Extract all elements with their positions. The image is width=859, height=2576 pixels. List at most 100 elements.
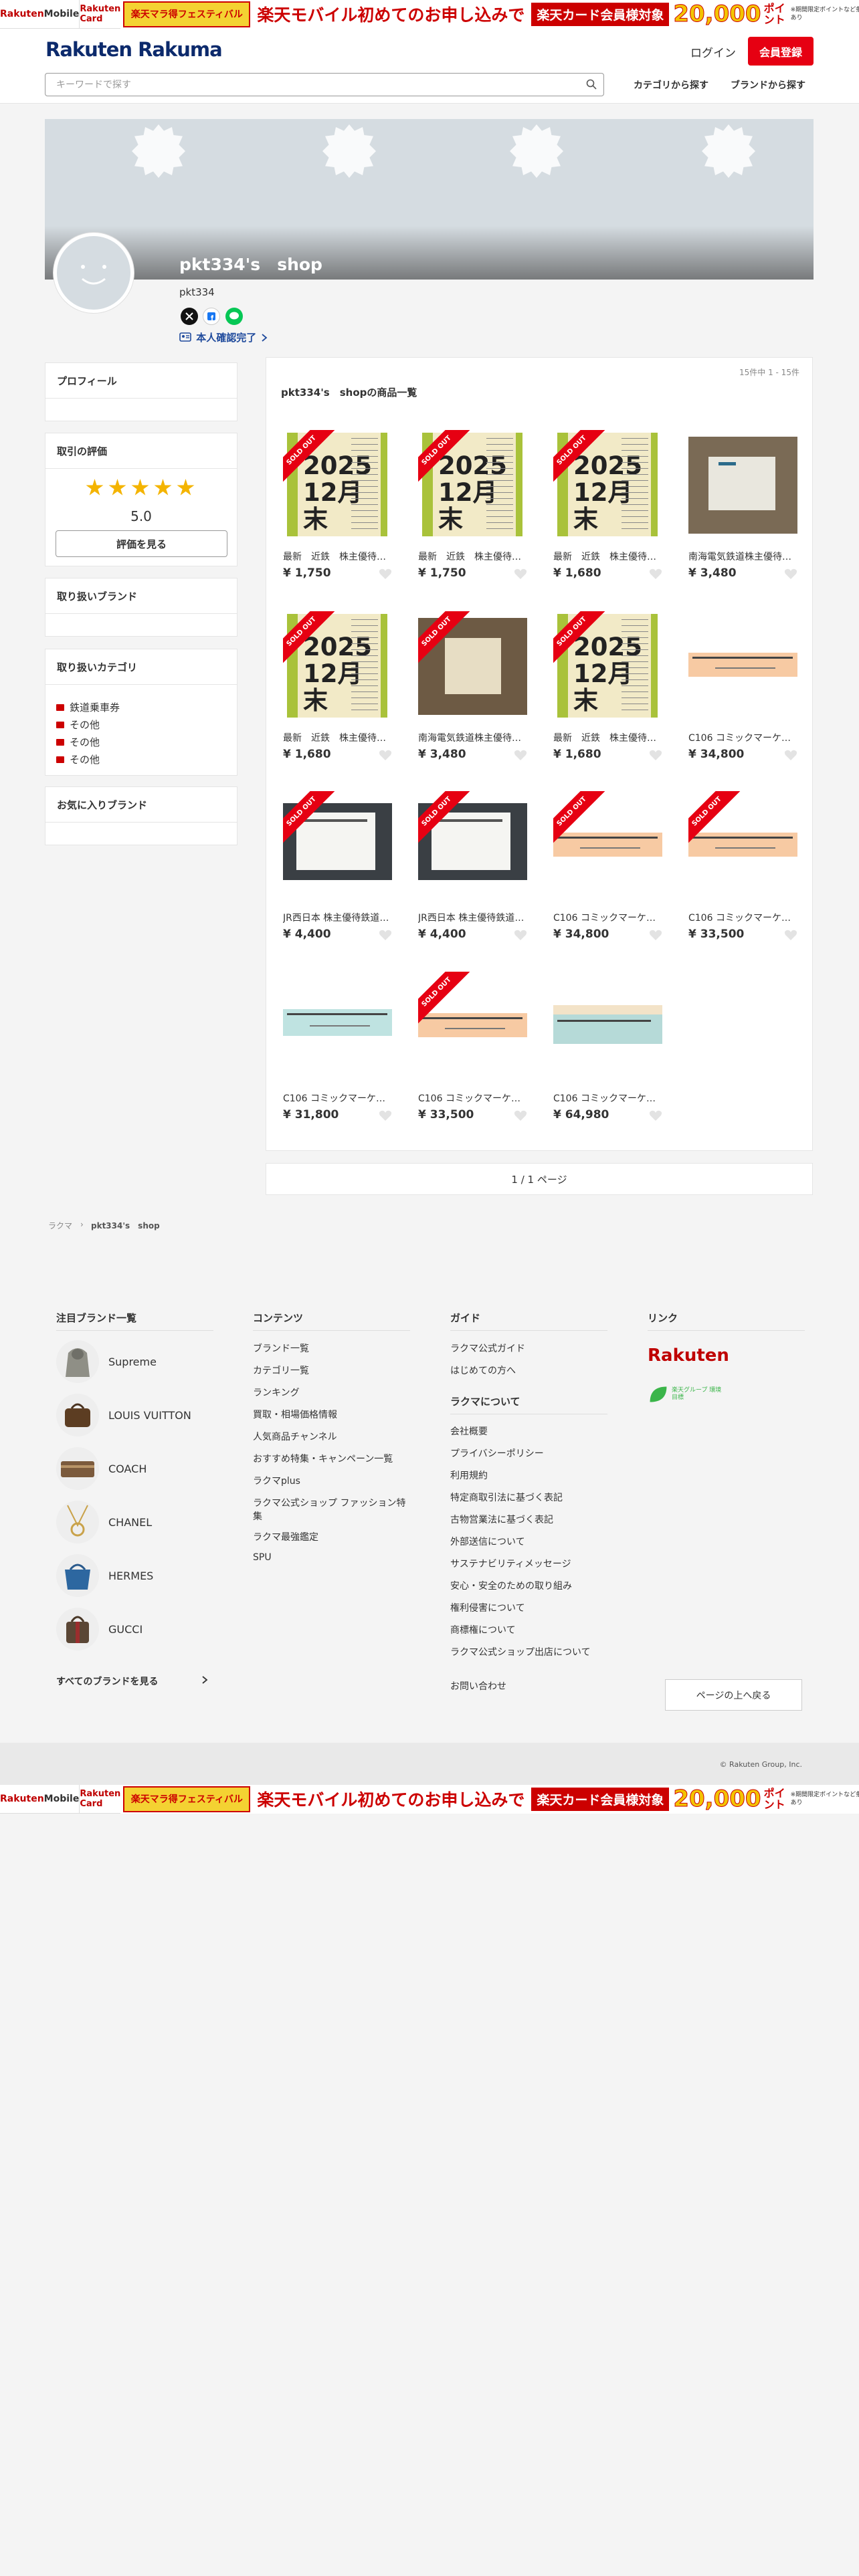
product-thumbnail[interactable]: SOLD OUT [283, 791, 392, 900]
heart-icon[interactable] [649, 749, 662, 761]
all-brands-link[interactable]: すべてのブランドを見る [56, 1675, 158, 1688]
heart-icon[interactable] [649, 568, 662, 580]
brand-louis-vuitton[interactable]: LOUIS VUITTON [56, 1394, 210, 1436]
footer-link[interactable]: 権利侵害について [450, 1601, 607, 1614]
product-thumbnail[interactable] [688, 430, 797, 539]
back-to-top-button[interactable]: ページの上へ戻る [665, 1679, 802, 1711]
top-ad-banner[interactable]: Rakuten Mobile Rakuten Card 楽天マラ得フェスティバル … [0, 0, 859, 29]
rakuma-logo[interactable]: Rakuten Rakuma [45, 38, 223, 61]
product-card[interactable]: SOLD OUT C106 コミックマーケット 出展サークルチケット ¥ 33,50… [688, 791, 797, 952]
footer-link[interactable]: はじめての方へ [450, 1364, 607, 1377]
product-card[interactable]: 南海電気鉄道株主優待乗車券 ¥ 3,480 [688, 430, 797, 591]
footer-link[interactable]: ラクマ公式ショップ ファッション特集 [253, 1496, 410, 1523]
product-name[interactable]: C106 コミックマーケット 出展サークルチケット [688, 731, 797, 744]
product-name[interactable]: C106 コミックマーケット 出展サークルチケット [418, 1091, 527, 1105]
footer-link[interactable]: カテゴリ一覧 [253, 1364, 410, 1377]
footer-link[interactable]: ラクマ公式ガイド [450, 1341, 607, 1355]
footer-link[interactable]: ブランド一覧 [253, 1341, 410, 1355]
footer-link[interactable]: プライバシーポリシー [450, 1446, 607, 1460]
search-input[interactable] [45, 74, 567, 96]
product-thumbnail[interactable] [283, 972, 392, 1081]
signup-button[interactable]: 会員登録 [748, 37, 814, 66]
product-card[interactable]: SOLD OUT C106 コミックマーケット 出展サークルチケット ¥ 34,80… [553, 791, 662, 952]
rakuten-mobile-logo[interactable]: Rakuten Mobile [0, 1785, 79, 1814]
product-card[interactable]: SOLD OUT 南海電気鉄道株主優待乗車券 ¥ 3,480 [418, 611, 527, 772]
product-name[interactable]: 最新 近鉄 株主優待乗車券 [283, 550, 392, 563]
product-card[interactable]: 202512月末SOLD OUT 最新 近鉄 株主優待乗車券 ¥ 1,750 [283, 430, 392, 591]
heart-icon[interactable] [784, 749, 797, 761]
product-card[interactable]: C106 コミックマーケット 出展サークルチケット ¥ 64,980 [553, 972, 662, 1132]
identity-verified-link[interactable]: 本人確認完了 [179, 330, 269, 344]
mobile-campaign-ad[interactable]: 楽天マラ得フェスティバル 楽天モバイル初めてのお申し込みで 楽天カード会員様対象… [120, 0, 859, 29]
product-card[interactable]: C106 コミックマーケット 出展サークルチケット ¥ 34,800 [688, 611, 797, 772]
footer-link[interactable]: 会社概要 [450, 1424, 607, 1438]
brand-supreme[interactable]: Supreme [56, 1340, 210, 1383]
footer-link[interactable]: 人気商品チャンネル [253, 1430, 410, 1443]
category-item[interactable]: その他 [56, 752, 100, 766]
product-name[interactable]: C106 コミックマーケット 出展サークルチケット [688, 911, 797, 924]
product-name[interactable]: JR西日本 株主優待鉄道割引券 [283, 911, 392, 924]
product-thumbnail[interactable]: 2025 12月末 SOLD OUT [283, 611, 392, 720]
product-name[interactable]: JR西日本 株主優待鉄道割引券 [418, 911, 527, 924]
sdgs-link[interactable]: 楽天グループ 環境目標 [648, 1383, 727, 1406]
rakuten-card-logo[interactable]: Rakuten Card [79, 0, 120, 29]
product-name[interactable]: C106 コミックマーケット 出展サークルチケット [283, 1091, 392, 1105]
footer-link[interactable]: 特定商取引法に基づく表記 [450, 1491, 607, 1504]
product-card[interactable]: SOLD OUT JR西日本 株主優待鉄道割引券 ¥ 4,400 [283, 791, 392, 952]
view-rating-button[interactable]: 評価を見る [56, 530, 227, 557]
rakuten-mobile-logo[interactable]: Rakuten Mobile [0, 0, 79, 29]
product-thumbnail[interactable]: 2025 12月末 SOLD OUT [553, 611, 662, 720]
product-thumbnail[interactable] [553, 972, 662, 1081]
category-item[interactable]: 鉄道乗車券 [56, 700, 120, 714]
product-thumbnail[interactable]: SOLD OUT [418, 972, 527, 1081]
product-name[interactable]: C106 コミックマーケット 出展サークルチケット [553, 911, 662, 924]
product-card[interactable]: 202512月末SOLD OUT 最新 近鉄 株主優待乗車券 ¥ 1,750 [418, 430, 527, 591]
nav-brand-link[interactable]: ブランドから探す [731, 78, 805, 92]
product-card[interactable]: 202512月末SOLD OUT 最新 近鉄 株主優待乗車券 ¥ 1,680 [553, 611, 662, 772]
product-card[interactable]: C106 コミックマーケット 出展サークルチケット ¥ 31,800 [283, 972, 392, 1132]
brand-hermes[interactable]: HERMES [56, 1554, 210, 1597]
brand-gucci[interactable]: GUCCI [56, 1608, 210, 1650]
login-link[interactable]: ログイン [690, 43, 736, 60]
nav-category-link[interactable]: カテゴリから探す [634, 78, 708, 92]
brand-coach[interactable]: COACH [56, 1447, 210, 1490]
heart-icon[interactable] [514, 929, 527, 941]
footer-link[interactable]: ラクマ公式ショップ出店について [450, 1645, 607, 1658]
product-thumbnail[interactable]: SOLD OUT [418, 791, 527, 900]
breadcrumb-home[interactable]: ラクマ [48, 1220, 72, 1231]
footer-link[interactable]: ランキング [253, 1386, 410, 1399]
footer-link[interactable]: 利用規約 [450, 1469, 607, 1482]
profile-heading[interactable]: プロフィール [45, 363, 237, 399]
heart-icon[interactable] [649, 1109, 662, 1121]
category-item[interactable]: その他 [56, 718, 100, 732]
product-thumbnail[interactable]: SOLD OUT [418, 611, 527, 720]
footer-link[interactable]: ラクマplus [253, 1474, 410, 1487]
heart-icon[interactable] [514, 749, 527, 761]
product-thumbnail[interactable] [688, 611, 797, 720]
facebook-share-icon[interactable] [203, 308, 220, 325]
footer-link[interactable]: SPU [253, 1552, 410, 1563]
product-thumbnail[interactable]: 2025 12月末 SOLD OUT [283, 430, 392, 539]
product-card[interactable]: 202512月末SOLD OUT 最新 近鉄 株主優待乗車券 ¥ 1,680 [553, 430, 662, 591]
product-name[interactable]: 南海電気鉄道株主優待乗車券 [418, 731, 527, 744]
footer-link[interactable]: おすすめ特集・キャンペーン一覧 [253, 1452, 410, 1465]
product-thumbnail[interactable]: 2025 12月末 SOLD OUT [553, 430, 662, 539]
product-name[interactable]: 最新 近鉄 株主優待乗車券 [283, 731, 392, 744]
footer-link[interactable]: 商標権について [450, 1623, 607, 1636]
product-card[interactable]: SOLD OUT JR西日本 株主優待鉄道割引券 ¥ 4,400 [418, 791, 527, 952]
heart-icon[interactable] [514, 568, 527, 580]
footer-link[interactable]: 買取・相場価格情報 [253, 1408, 410, 1421]
heart-icon[interactable] [649, 929, 662, 941]
bottom-ad-banner[interactable]: Rakuten Mobile Rakuten Card 楽天マラ得フェスティバル … [0, 1784, 859, 1814]
product-card[interactable]: SOLD OUT C106 コミックマーケット 出展サークルチケット ¥ 33,50… [418, 972, 527, 1132]
product-thumbnail[interactable]: 2025 12月末 SOLD OUT [418, 430, 527, 539]
heart-icon[interactable] [379, 568, 392, 580]
brand-chanel[interactable]: CHANEL [56, 1501, 210, 1543]
heart-icon[interactable] [379, 1109, 392, 1121]
category-item[interactable]: その他 [56, 735, 100, 749]
search-icon[interactable] [586, 79, 597, 90]
heart-icon[interactable] [514, 1109, 527, 1121]
product-name[interactable]: 南海電気鉄道株主優待乗車券 [688, 550, 797, 563]
product-thumbnail[interactable]: SOLD OUT [688, 791, 797, 900]
heart-icon[interactable] [784, 929, 797, 941]
